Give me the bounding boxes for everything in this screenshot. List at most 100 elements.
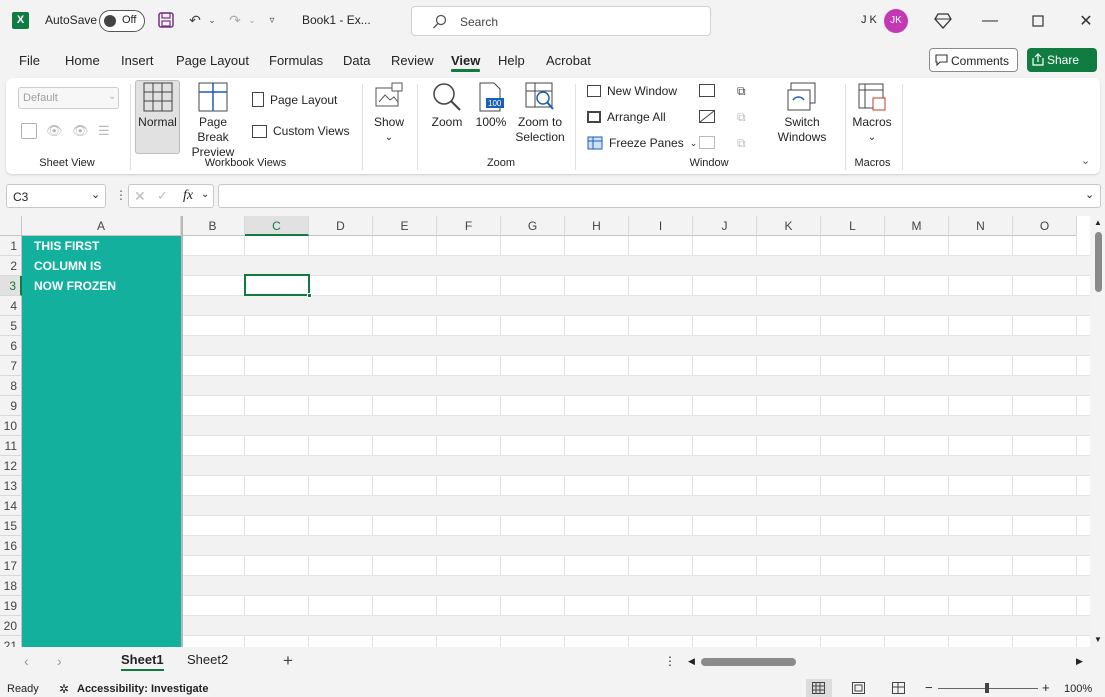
next-sheet-icon[interactable]: ›	[57, 653, 62, 669]
insert-function-icon[interactable]: fx	[183, 188, 193, 204]
column-header-g[interactable]: G	[501, 216, 565, 236]
menu-home[interactable]: Home	[65, 53, 100, 68]
row-header-5[interactable]: 5	[0, 316, 22, 336]
menu-review[interactable]: Review	[391, 53, 434, 68]
zoom-slider-thumb[interactable]	[985, 683, 989, 693]
row-header-17[interactable]: 17	[0, 556, 22, 576]
accessibility-status[interactable]: Accessibility: Investigate	[77, 683, 208, 695]
freeze-panes-button[interactable]: Freeze Panes ⌄	[587, 136, 697, 150]
column-header-m[interactable]: M	[885, 216, 949, 236]
redo-dropdown-icon[interactable]: ⌄	[243, 11, 261, 29]
horizontal-scrollbar[interactable]: ◀ ▶	[688, 655, 1088, 669]
column-header-c[interactable]: C	[245, 216, 309, 236]
menu-view[interactable]: View	[451, 53, 480, 68]
row-header-8[interactable]: 8	[0, 376, 22, 396]
unhide-icon[interactable]	[699, 136, 715, 149]
premium-diamond-icon[interactable]	[932, 10, 954, 32]
zoom-button[interactable]: Zoom	[426, 82, 468, 130]
zoom-100-button[interactable]: 100 100%	[474, 82, 508, 130]
close-icon[interactable]: ✕	[1075, 10, 1097, 32]
page-break-preview-button[interactable]: Page Break Preview	[183, 82, 243, 160]
row-header-10[interactable]: 10	[0, 416, 22, 436]
vertical-scroll-thumb[interactable]	[1095, 232, 1102, 292]
column-header-k[interactable]: K	[757, 216, 821, 236]
macros-button[interactable]: Macros ⌄	[850, 82, 894, 145]
more-options-icon[interactable]: ⋮	[115, 188, 127, 202]
add-sheet-icon[interactable]: +	[283, 651, 293, 671]
column-header-h[interactable]: H	[565, 216, 629, 236]
scroll-down-icon[interactable]: ▼	[1094, 635, 1102, 644]
fill-handle[interactable]	[307, 293, 312, 298]
zoom-out-icon[interactable]: −	[925, 680, 933, 695]
new-view-icon[interactable]: 👁	[72, 123, 89, 139]
row-header-9[interactable]: 9	[0, 396, 22, 416]
row-header-6[interactable]: 6	[0, 336, 22, 356]
row-header-20[interactable]: 20	[0, 616, 22, 636]
vertical-scrollbar[interactable]: ▲ ▼	[1090, 216, 1105, 647]
share-button[interactable]: Share	[1027, 48, 1097, 72]
menu-file[interactable]: File	[19, 53, 40, 68]
scroll-up-icon[interactable]: ▲	[1094, 218, 1102, 227]
scroll-left-icon[interactable]: ◀	[688, 656, 695, 667]
horizontal-scroll-thumb[interactable]	[701, 658, 796, 666]
cell-a3[interactable]: NOW FROZEN	[34, 276, 116, 296]
comments-button[interactable]: Comments	[929, 48, 1018, 72]
keep-view-icon[interactable]	[21, 123, 37, 139]
ribbon-collapse-icon[interactable]: ⌄	[1081, 154, 1090, 167]
undo-icon[interactable]: ↶	[186, 11, 204, 29]
row-header-1[interactable]: 1	[0, 236, 22, 256]
row-header-16[interactable]: 16	[0, 536, 22, 556]
cell-a1[interactable]: THIS FIRST	[34, 236, 99, 256]
row-header-14[interactable]: 14	[0, 496, 22, 516]
row-header-13[interactable]: 13	[0, 476, 22, 496]
column-header-f[interactable]: F	[437, 216, 501, 236]
expand-formula-icon[interactable]: ⌄	[1085, 188, 1094, 201]
save-icon[interactable]	[157, 11, 175, 29]
active-cell-c3[interactable]	[244, 274, 310, 296]
spreadsheet-grid[interactable]: A B C D E F G H I J K L M N O 1 2 3 4 5 6 7 8 9 10 11 12 13 14 15 16 17…	[0, 216, 1090, 647]
view-side-by-side-icon[interactable]: ⧉	[737, 84, 746, 99]
row-header-19[interactable]: 19	[0, 596, 22, 616]
cancel-icon[interactable]: ✕	[134, 188, 146, 205]
zoom-in-icon[interactable]: +	[1042, 680, 1050, 695]
row-header-18[interactable]: 18	[0, 576, 22, 596]
menu-data[interactable]: Data	[343, 53, 370, 68]
page-break-view-icon[interactable]	[892, 682, 905, 694]
column-header-o[interactable]: O	[1013, 216, 1077, 236]
show-button[interactable]: Show ⌄	[370, 82, 408, 145]
row-header-4[interactable]: 4	[0, 296, 22, 316]
column-header-e[interactable]: E	[373, 216, 437, 236]
menu-acrobat[interactable]: Acrobat	[546, 53, 591, 68]
menu-help[interactable]: Help	[498, 53, 525, 68]
options-view-icon[interactable]: ☰	[98, 123, 110, 139]
column-header-n[interactable]: N	[949, 216, 1013, 236]
sheet-view-select[interactable]: Default ⌄	[18, 87, 119, 109]
reset-window-position-icon[interactable]: ⧉	[737, 136, 746, 151]
row-header-15[interactable]: 15	[0, 516, 22, 536]
zoom-level[interactable]: 100%	[1064, 683, 1092, 695]
new-window-button[interactable]: New Window	[587, 84, 677, 98]
undo-dropdown-icon[interactable]: ⌄	[203, 11, 221, 29]
split-icon[interactable]	[699, 84, 715, 97]
enter-icon[interactable]: ✓	[157, 188, 168, 204]
document-title[interactable]: Book1 - Ex...	[302, 13, 371, 27]
menu-page-layout[interactable]: Page Layout	[176, 53, 249, 68]
redo-icon[interactable]: ↷	[226, 11, 244, 29]
row-header-21[interactable]: 21	[0, 636, 22, 647]
autosave-toggle[interactable]: Off	[99, 10, 145, 32]
tab-options-icon[interactable]: ⋮	[664, 654, 676, 668]
cell-a2[interactable]: COLUMN IS	[34, 256, 101, 276]
sheet-tab-sheet1[interactable]: Sheet1	[121, 652, 164, 671]
prev-sheet-icon[interactable]: ‹	[24, 653, 29, 669]
row-header-12[interactable]: 12	[0, 456, 22, 476]
formula-input[interactable]: ⌄	[218, 184, 1101, 208]
switch-windows-button[interactable]: Switch Windows	[769, 82, 835, 145]
column-header-l[interactable]: L	[821, 216, 885, 236]
hide-icon[interactable]	[699, 110, 715, 123]
column-header-i[interactable]: I	[629, 216, 693, 236]
avatar[interactable]: JK	[884, 9, 908, 33]
normal-view[interactable]: Normal	[137, 82, 178, 130]
row-header-2[interactable]: 2	[0, 256, 22, 276]
customize-toolbar-icon[interactable]: ▿	[263, 11, 281, 29]
arrange-all-button[interactable]: Arrange All	[587, 110, 666, 124]
